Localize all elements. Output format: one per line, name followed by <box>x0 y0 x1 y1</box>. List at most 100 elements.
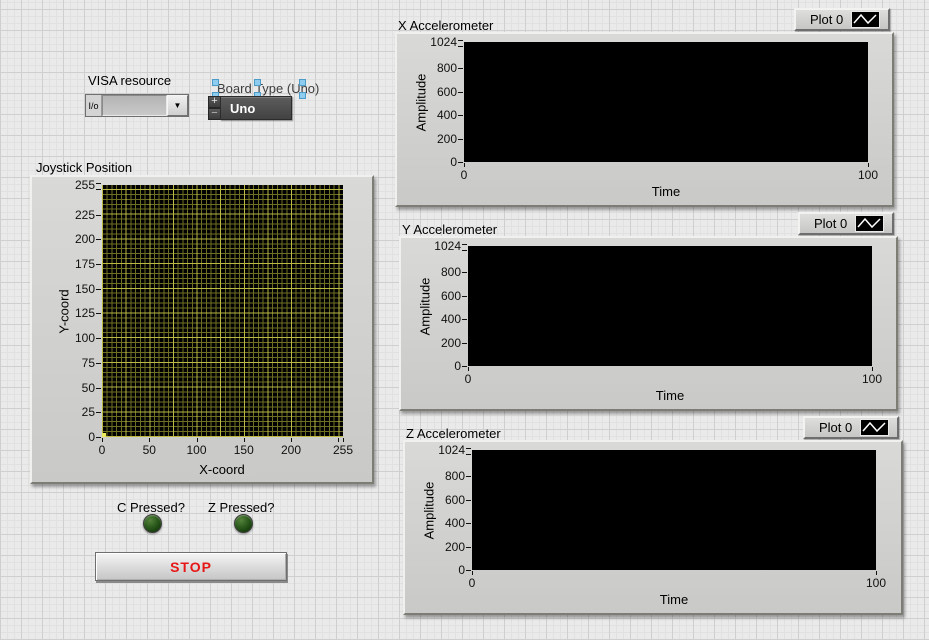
tick-label: 255 <box>333 443 353 457</box>
selection-handle[interactable] <box>212 79 219 86</box>
x-axis-label: X-coord <box>199 462 245 477</box>
cursor-marker[interactable] <box>102 433 106 437</box>
tick-label: 100 <box>862 372 882 386</box>
c-pressed-led <box>143 514 162 533</box>
tick-label: 800 <box>417 61 457 75</box>
tick-label: 600 <box>421 289 461 303</box>
tick-label: 75 <box>55 356 95 370</box>
tick-label: 225 <box>55 208 95 222</box>
plot-legend[interactable]: Plot 0 <box>798 212 894 235</box>
tick-mark <box>458 92 463 93</box>
selection-handle[interactable] <box>254 79 261 86</box>
tick-mark <box>464 163 465 167</box>
tick-label: 600 <box>417 85 457 99</box>
tick-mark <box>343 438 344 442</box>
waveform-icon <box>855 215 884 232</box>
selection-handle[interactable] <box>299 92 306 99</box>
tick-label: 0 <box>99 443 106 457</box>
graph-panel: Y-coord X-coord 255225200175150125100755… <box>30 175 374 484</box>
chart-title: Y Accelerometer <box>402 222 497 237</box>
visa-resource-label: VISA resource <box>88 73 171 88</box>
tick-mark <box>462 296 467 297</box>
tick-mark <box>338 438 339 442</box>
tick-label: 400 <box>425 516 465 530</box>
tick-mark <box>458 40 463 47</box>
tick-mark <box>458 115 463 116</box>
io-type-icon: I/o <box>86 95 102 116</box>
tick-label: 200 <box>55 232 95 246</box>
chart-panel: Amplitude Time 102480060040020000100 <box>395 32 894 207</box>
tick-label: 200 <box>281 443 301 457</box>
tick-mark <box>466 523 471 524</box>
tick-mark <box>96 363 101 364</box>
waveform-icon <box>851 11 880 28</box>
tick-label: 400 <box>417 108 457 122</box>
tick-label: 175 <box>55 257 95 271</box>
tick-label: 0 <box>461 168 468 182</box>
x-accelerometer-chart: X Accelerometer Plot 0 Amplitude Time 10… <box>395 8 891 206</box>
plot-legend[interactable]: Plot 0 <box>803 416 899 439</box>
legend-label: Plot 0 <box>814 216 847 231</box>
stop-button[interactable]: STOP <box>95 552 287 581</box>
chart-panel: Amplitude Time 102480060040020000100 <box>403 440 903 615</box>
tick-label: 25 <box>55 405 95 419</box>
tick-mark <box>466 570 471 571</box>
tick-label: 800 <box>421 265 461 279</box>
z-pressed-label: Z Pressed? <box>208 500 274 515</box>
z-accelerometer-chart: Z Accelerometer Plot 0 Amplitude Time 10… <box>403 416 900 614</box>
tick-label: 100 <box>866 576 886 590</box>
tick-mark <box>466 547 471 548</box>
tick-mark <box>197 438 198 442</box>
c-pressed-label: C Pressed? <box>117 500 185 515</box>
tick-mark <box>462 244 467 251</box>
z-pressed-led <box>234 514 253 533</box>
tick-label: 50 <box>55 381 95 395</box>
selection-handle[interactable] <box>299 79 306 86</box>
tick-label: 150 <box>234 443 254 457</box>
stop-button-label: STOP <box>170 559 212 575</box>
waveform-plot-area <box>464 42 868 162</box>
tick-label: 0 <box>425 563 465 577</box>
tick-mark <box>458 162 463 163</box>
tick-label: 200 <box>421 336 461 350</box>
tick-label: 0 <box>421 359 461 373</box>
joystick-position-graph: Joystick Position Y-coord X-coord 255225… <box>30 160 371 480</box>
tick-mark <box>96 289 101 290</box>
tick-mark <box>458 68 463 69</box>
tick-label: 125 <box>55 306 95 320</box>
tick-mark <box>466 476 471 477</box>
visa-resource-value[interactable] <box>102 95 167 116</box>
plot-legend[interactable]: Plot 0 <box>794 8 890 31</box>
tick-mark <box>96 437 101 438</box>
tick-mark <box>102 438 103 442</box>
tick-label: 100 <box>858 168 878 182</box>
joystick-plot-area <box>102 185 343 437</box>
tick-mark <box>96 239 101 240</box>
tick-mark <box>466 448 471 455</box>
tick-label: 100 <box>186 443 206 457</box>
chart-panel: Amplitude Time 102480060040020000100 <box>399 236 898 411</box>
tick-mark <box>291 438 292 442</box>
visa-resource-combo[interactable]: I/o ▼ <box>85 94 189 117</box>
waveform-plot-area <box>468 246 872 366</box>
board-type-ring[interactable]: Uno <box>220 96 292 120</box>
dropdown-arrow-icon[interactable]: ▼ <box>167 95 188 116</box>
tick-label: 1024 <box>425 443 465 457</box>
tick-mark <box>868 163 869 167</box>
tick-label: 1024 <box>421 239 461 253</box>
graph-title: Joystick Position <box>36 160 132 175</box>
tick-mark <box>96 388 101 389</box>
x-axis-label: Time <box>652 184 680 199</box>
x-axis-label: Time <box>660 592 688 607</box>
waveform-icon <box>860 419 889 436</box>
y-accelerometer-chart: Y Accelerometer Plot 0 Amplitude Time 10… <box>399 212 895 410</box>
tick-label: 200 <box>425 540 465 554</box>
tick-mark <box>472 571 473 575</box>
x-axis-label: Time <box>656 388 684 403</box>
tick-mark <box>462 272 467 273</box>
tick-mark <box>462 319 467 320</box>
tick-mark <box>466 500 471 501</box>
tick-label: 0 <box>417 155 457 169</box>
tick-mark <box>96 264 101 265</box>
tick-label: 1024 <box>417 35 457 49</box>
